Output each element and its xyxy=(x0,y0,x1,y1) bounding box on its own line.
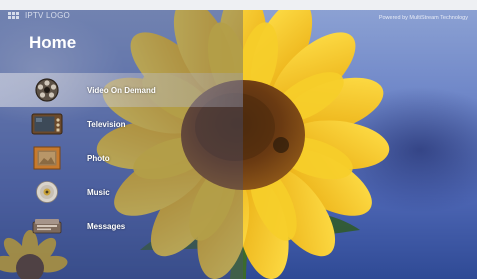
powered-by-text: Powered by MultiStream Technology xyxy=(378,15,468,21)
iptv-logo: IPTV LOGO xyxy=(8,11,70,20)
film-reel-icon xyxy=(30,77,64,103)
menu-item-music[interactable]: Music xyxy=(0,175,243,209)
menu-item-video-on-demand[interactable]: Video On Demand xyxy=(0,73,243,107)
music-disc-icon xyxy=(30,179,64,205)
menu-item-messages[interactable]: Messages xyxy=(0,209,243,243)
menu-item-label: Photo xyxy=(87,153,110,163)
page-title: Home xyxy=(29,33,77,52)
iptv-home-screen: IPTV LOGO Powered by MultiStream Technol… xyxy=(0,0,477,279)
menu-item-label: Video On Demand xyxy=(87,85,156,95)
menu-item-television[interactable]: Television xyxy=(0,107,243,141)
menu-item-label: Television xyxy=(87,119,126,129)
messages-icon xyxy=(30,213,64,239)
top-strip xyxy=(0,0,477,10)
menu-item-label: Music xyxy=(87,187,110,197)
television-icon xyxy=(30,111,64,137)
logo-grid-icon xyxy=(8,11,19,19)
menu-item-photo[interactable]: Photo xyxy=(0,141,243,175)
menu-item-label: Messages xyxy=(87,221,126,231)
logo-text: IPTV LOGO xyxy=(25,11,70,20)
photo-frame-icon xyxy=(30,145,64,171)
